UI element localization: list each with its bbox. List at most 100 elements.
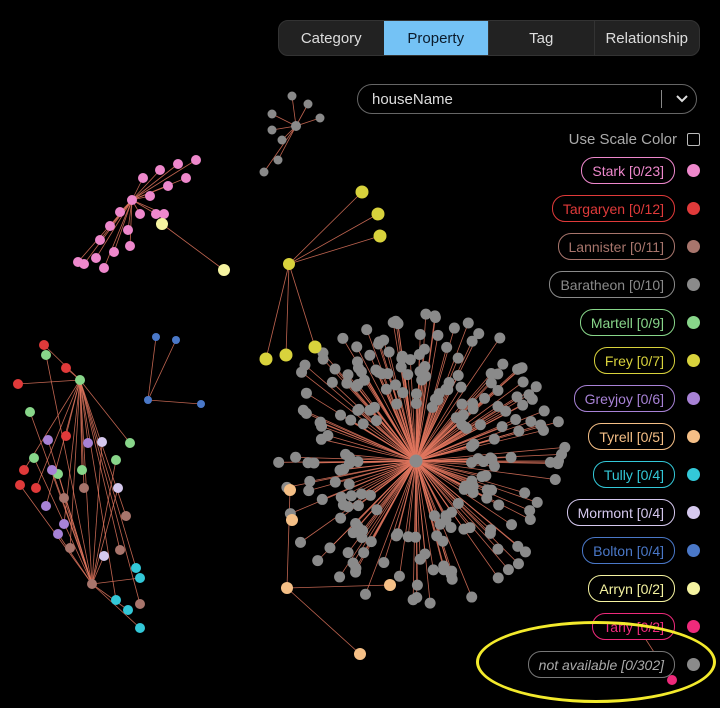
graph-node[interactable] [552,416,564,428]
graph-node[interactable] [19,465,29,475]
graph-node[interactable] [259,352,273,366]
graph-node[interactable] [59,493,69,503]
graph-node[interactable] [368,401,380,413]
graph-node[interactable] [350,380,362,392]
graph-node[interactable] [418,343,430,355]
graph-node[interactable] [523,389,535,401]
graph-node[interactable] [420,370,432,382]
graph-node[interactable] [135,599,145,609]
graph-node[interactable] [181,173,191,183]
legend-label[interactable]: Baratheon [0/10] [549,271,675,298]
graph-node[interactable] [480,470,492,482]
graph-node[interactable] [113,483,123,493]
graph-node[interactable] [135,623,145,633]
graph-node[interactable] [452,498,464,510]
graph-node[interactable] [427,564,439,576]
graph-node[interactable] [531,496,543,508]
graph-node[interactable] [357,525,369,537]
legend-item[interactable]: Martell [0/9] [579,309,700,336]
legend-label[interactable]: Bolton [0/4] [582,537,675,564]
legend-label[interactable]: Frey [0/7] [593,347,675,374]
graph-node[interactable] [303,99,313,109]
graph-node[interactable] [15,480,25,490]
graph-node[interactable] [414,553,426,565]
graph-node[interactable] [440,514,452,526]
graph-node[interactable] [525,416,537,428]
graph-node[interactable] [391,398,403,410]
legend-item[interactable]: Greyjoy [0/6] [573,385,700,412]
tab-category[interactable]: Category [279,21,384,55]
graph-node[interactable] [197,400,205,408]
use-scale-color-toggle[interactable]: Use Scale Color [569,131,700,148]
graph-node[interactable] [443,376,455,388]
graph-node[interactable] [25,407,35,417]
graph-node[interactable] [273,155,283,165]
graph-node[interactable] [109,247,119,257]
graph-node[interactable] [448,322,460,334]
graph-node[interactable] [99,263,109,273]
graph-node[interactable] [441,341,453,353]
graph-node[interactable] [123,605,133,615]
graph-node[interactable] [316,493,328,505]
graph-node[interactable] [390,530,402,542]
graph-node[interactable] [277,135,287,145]
graph-node[interactable] [111,455,121,465]
graph-node[interactable] [115,207,125,217]
graph-node[interactable] [144,396,152,404]
graph-node[interactable] [312,555,324,567]
graph-node[interactable] [329,363,341,375]
graph-node[interactable] [496,421,508,433]
graph-node[interactable] [279,348,293,362]
graph-node[interactable] [535,419,547,431]
graph-node[interactable] [61,363,71,373]
legend-item[interactable]: Tully [0/4] [592,461,700,488]
graph-node[interactable] [456,398,468,410]
graph-node[interactable] [39,340,49,350]
legend-label[interactable]: Martell [0/9] [579,309,675,336]
graph-node[interactable] [329,476,341,488]
graph-node[interactable] [156,218,168,230]
legend-item[interactable]: Tarly [0/2] [592,613,700,640]
graph-node[interactable] [87,579,97,589]
graph-node[interactable] [468,438,480,450]
graph-node[interactable] [396,352,408,364]
graph-node[interactable] [335,409,347,421]
graph-node[interactable] [152,333,160,341]
graph-node[interactable] [350,562,362,574]
graph-node[interactable] [467,397,479,409]
graph-node[interactable] [511,391,523,403]
graph-node[interactable] [29,453,39,463]
graph-node[interactable] [145,191,155,201]
graph-node[interactable] [99,551,109,561]
graph-node[interactable] [308,457,320,469]
graph-node[interactable] [559,441,571,453]
legend-label[interactable]: Tarly [0/2] [592,613,675,640]
graph-node[interactable] [155,165,165,175]
graph-node[interactable] [355,185,369,199]
graph-node[interactable] [123,225,133,235]
graph-node[interactable] [424,597,436,609]
property-select[interactable]: houseName [357,84,697,114]
graph-node[interactable] [467,480,479,492]
tab-tag[interactable]: Tag [488,21,594,55]
legend-item[interactable]: Arryn [0/2] [588,575,700,602]
graph-node[interactable] [121,511,131,521]
graph-node[interactable] [397,387,409,399]
legend-label[interactable]: Arryn [0/2] [588,575,675,602]
graph-node[interactable] [510,414,522,426]
legend-label[interactable]: Stark [0/23] [581,157,675,184]
graph-node[interactable] [303,485,315,497]
graph-node[interactable] [308,340,322,354]
graph-node[interactable] [466,591,478,603]
graph-node[interactable] [432,329,444,341]
legend-label[interactable]: Lannister [0/11] [557,233,675,260]
graph-node[interactable] [281,582,293,594]
graph-node[interactable] [420,308,432,320]
graph-node[interactable] [83,438,93,448]
graph-node[interactable] [409,454,423,468]
chevron-down-icon[interactable] [668,95,696,103]
graph-node[interactable] [218,264,230,276]
graph-node[interactable] [73,257,83,267]
graph-node[interactable] [505,451,517,463]
legend-label[interactable]: not available [0/302] [527,651,675,678]
